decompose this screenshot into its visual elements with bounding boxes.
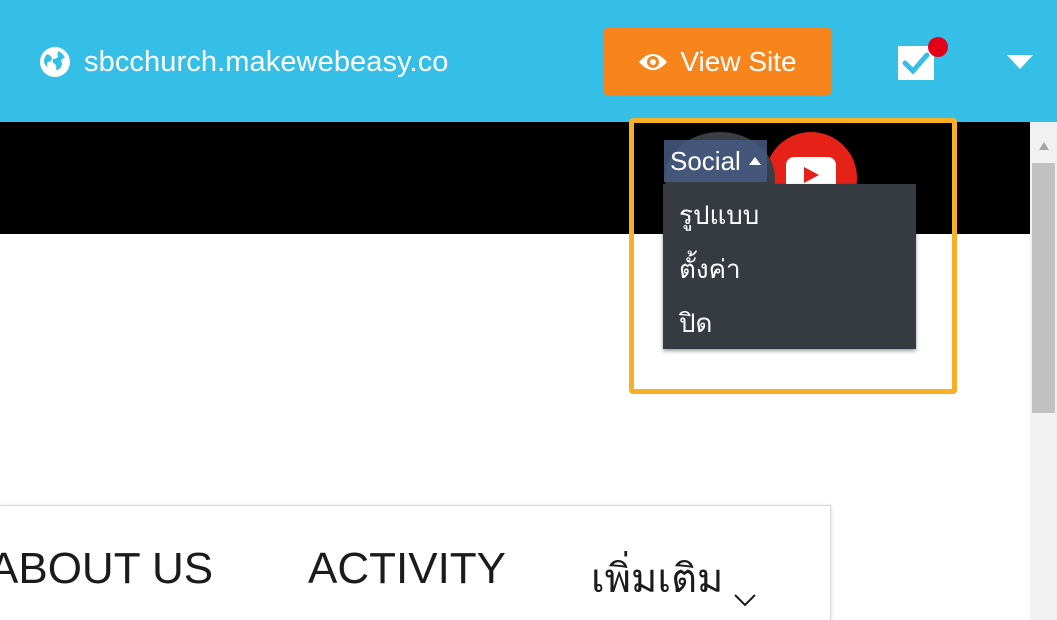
nav-more-label: เพิ่มเติม xyxy=(591,556,724,602)
menu-item-style[interactable]: รูปแบบ xyxy=(663,188,916,242)
main-nav: ABOUT US ACTIVITY เพิ่มเติม xyxy=(0,505,831,620)
menu-item-settings[interactable]: ตั้งค่า xyxy=(663,242,916,296)
view-site-button[interactable]: View Site xyxy=(604,28,831,95)
notification-dot xyxy=(928,37,948,57)
globe-icon xyxy=(38,45,72,79)
social-widget-toggle[interactable]: Social xyxy=(664,140,767,182)
caret-up-icon xyxy=(748,157,761,165)
nav-item-more[interactable]: เพิ่มเติม xyxy=(591,546,757,610)
nav-item-activity[interactable]: ACTIVITY xyxy=(308,544,506,594)
nav-item-about-us[interactable]: ABOUT US xyxy=(0,544,213,594)
site-link[interactable]: sbcchurch.makewebeasy.co xyxy=(38,42,449,82)
social-label: Social xyxy=(670,145,741,176)
view-site-label: View Site xyxy=(680,45,797,77)
scrollbar-thumb[interactable] xyxy=(1032,163,1055,413)
menu-item-close[interactable]: ปิด xyxy=(663,296,916,350)
chevron-down-icon xyxy=(733,571,757,607)
scroll-up-arrow-icon[interactable] xyxy=(1039,137,1049,150)
eye-icon xyxy=(638,52,668,72)
site-url-text: sbcchurch.makewebeasy.co xyxy=(84,45,449,78)
admin-topbar: sbcchurch.makewebeasy.co View Site xyxy=(0,0,1057,122)
social-dropdown-menu: รูปแบบ ตั้งค่า ปิด xyxy=(663,184,916,349)
tasks-check-icon[interactable] xyxy=(896,36,948,84)
caret-down-icon[interactable] xyxy=(1003,47,1037,77)
